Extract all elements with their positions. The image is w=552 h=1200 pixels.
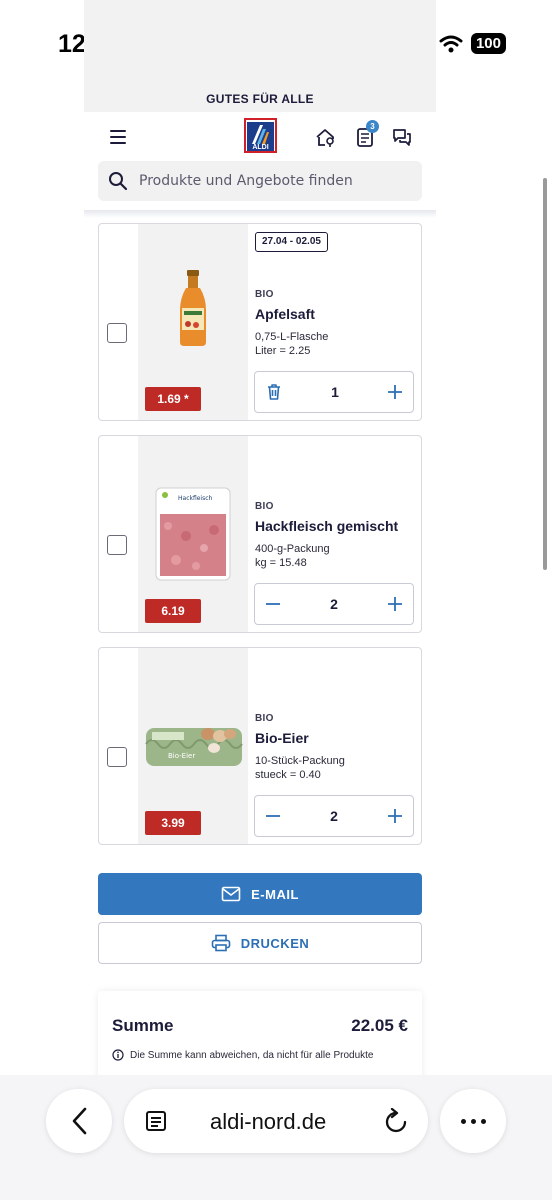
plus-icon[interactable] bbox=[387, 384, 403, 400]
product-checkbox[interactable] bbox=[107, 535, 127, 555]
price-tag: 6.19 bbox=[145, 599, 201, 623]
more-button[interactable] bbox=[440, 1089, 506, 1153]
dot bbox=[470, 1118, 476, 1124]
product-brand: BIO bbox=[255, 289, 274, 300]
pack-label: Bio-Eier bbox=[168, 752, 195, 760]
trash-icon[interactable] bbox=[265, 383, 283, 401]
scrollbar[interactable] bbox=[543, 178, 547, 570]
quantity-value[interactable]: 2 bbox=[330, 808, 338, 824]
reader-icon[interactable] bbox=[144, 1109, 168, 1133]
chat-icon[interactable] bbox=[391, 126, 413, 148]
back-button[interactable] bbox=[46, 1089, 112, 1153]
menu-icon[interactable] bbox=[110, 130, 126, 144]
header-shadow bbox=[84, 210, 436, 218]
url-text: aldi-nord.de bbox=[210, 1109, 327, 1134]
dot bbox=[480, 1118, 486, 1124]
print-button-label: DRUCKEN bbox=[240, 935, 310, 951]
summary-label: Summe bbox=[112, 1016, 174, 1035]
quantity-value[interactable]: 1 bbox=[331, 384, 339, 400]
search-icon bbox=[109, 172, 128, 191]
mail-icon bbox=[221, 886, 241, 902]
minus-icon[interactable] bbox=[265, 808, 281, 824]
address-bar[interactable]: aldi-nord.de bbox=[124, 1089, 428, 1153]
dot bbox=[460, 1118, 466, 1124]
product-name[interactable]: Apfelsaft bbox=[255, 306, 315, 322]
offer-date: 27.04 - 02.05 bbox=[255, 232, 328, 252]
site-header: ALDI 3 Produkte und Angebote finden bbox=[84, 112, 436, 212]
product-name[interactable]: Hackfleisch gemischt bbox=[255, 518, 398, 534]
product-size: 10-Stück-Packung bbox=[255, 755, 345, 767]
minus-icon[interactable] bbox=[265, 596, 281, 612]
product-size: 0,75-L-Flasche bbox=[255, 331, 329, 343]
product-card-hackfleisch: Hackfleisch 6.19 BIO Hackfleisch gemisch… bbox=[98, 435, 422, 633]
product-name[interactable]: Bio-Eier bbox=[255, 730, 309, 746]
search-input[interactable]: Produkte und Angebote finden bbox=[98, 161, 422, 201]
quantity-stepper: 2 bbox=[254, 583, 414, 625]
logo-text: ALDI bbox=[252, 144, 269, 151]
plus-icon[interactable] bbox=[387, 808, 403, 824]
product-unit-price: Liter = 2.25 bbox=[255, 345, 311, 357]
product-unit-price: kg = 15.48 bbox=[255, 557, 307, 569]
juice-bottle-image bbox=[180, 270, 206, 346]
minced-meat-image: Hackfleisch bbox=[155, 487, 231, 581]
reload-icon[interactable] bbox=[384, 1108, 408, 1134]
product-brand: BIO bbox=[255, 501, 274, 512]
battery-indicator: 100 bbox=[470, 33, 506, 54]
product-checkbox[interactable] bbox=[107, 323, 127, 343]
summary-note-text: Die Summe kann abweichen, da nicht für a… bbox=[130, 1049, 374, 1061]
product-size: 400-g-Packung bbox=[255, 543, 330, 555]
quantity-stepper: 1 bbox=[254, 371, 414, 413]
aldi-logo[interactable]: ALDI bbox=[244, 118, 277, 153]
list-count-badge: 3 bbox=[366, 120, 379, 133]
pack-label: Hackfleisch bbox=[178, 495, 213, 502]
summary-box: Summe 22.05 € Die Summe kann abweichen, … bbox=[98, 991, 422, 1075]
product-checkbox[interactable] bbox=[107, 747, 127, 767]
store-locator-icon[interactable] bbox=[314, 126, 336, 148]
print-button[interactable]: DRUCKEN bbox=[98, 922, 422, 964]
product-card-bio-eier: Bio-Eier 3.99 BIO Bio-Eier 10-Stück-Pack… bbox=[98, 647, 422, 845]
summary-total: 22.05 € bbox=[351, 1016, 408, 1035]
wifi-icon bbox=[439, 35, 463, 52]
printer-icon bbox=[211, 934, 231, 952]
info-icon bbox=[112, 1049, 124, 1061]
product-brand: BIO bbox=[255, 713, 274, 724]
email-button[interactable]: E-MAIL bbox=[98, 873, 422, 915]
summary-note: Die Summe kann abweichen, da nicht für a… bbox=[112, 1049, 373, 1061]
search-placeholder: Produkte und Angebote finden bbox=[139, 173, 353, 189]
quantity-stepper: 2 bbox=[254, 795, 414, 837]
web-content: GUTES FÜR ALLE ALDI 3 Produkte und Angeb… bbox=[84, 0, 436, 1075]
email-button-label: E-MAIL bbox=[251, 886, 299, 902]
site-tagline: GUTES FÜR ALLE bbox=[206, 92, 314, 106]
plus-icon[interactable] bbox=[387, 596, 403, 612]
price-tag: 3.99 bbox=[145, 811, 201, 835]
quantity-value[interactable]: 2 bbox=[330, 596, 338, 612]
product-card-apfelsaft: 1.69 * 27.04 - 02.05 BIO Apfelsaft 0,75-… bbox=[98, 223, 422, 421]
price-tag: 1.69 * bbox=[145, 387, 201, 411]
product-unit-price: stueck = 0.40 bbox=[255, 769, 321, 781]
egg-carton-image: Bio-Eier bbox=[145, 728, 243, 766]
chevron-left-icon bbox=[72, 1107, 87, 1135]
